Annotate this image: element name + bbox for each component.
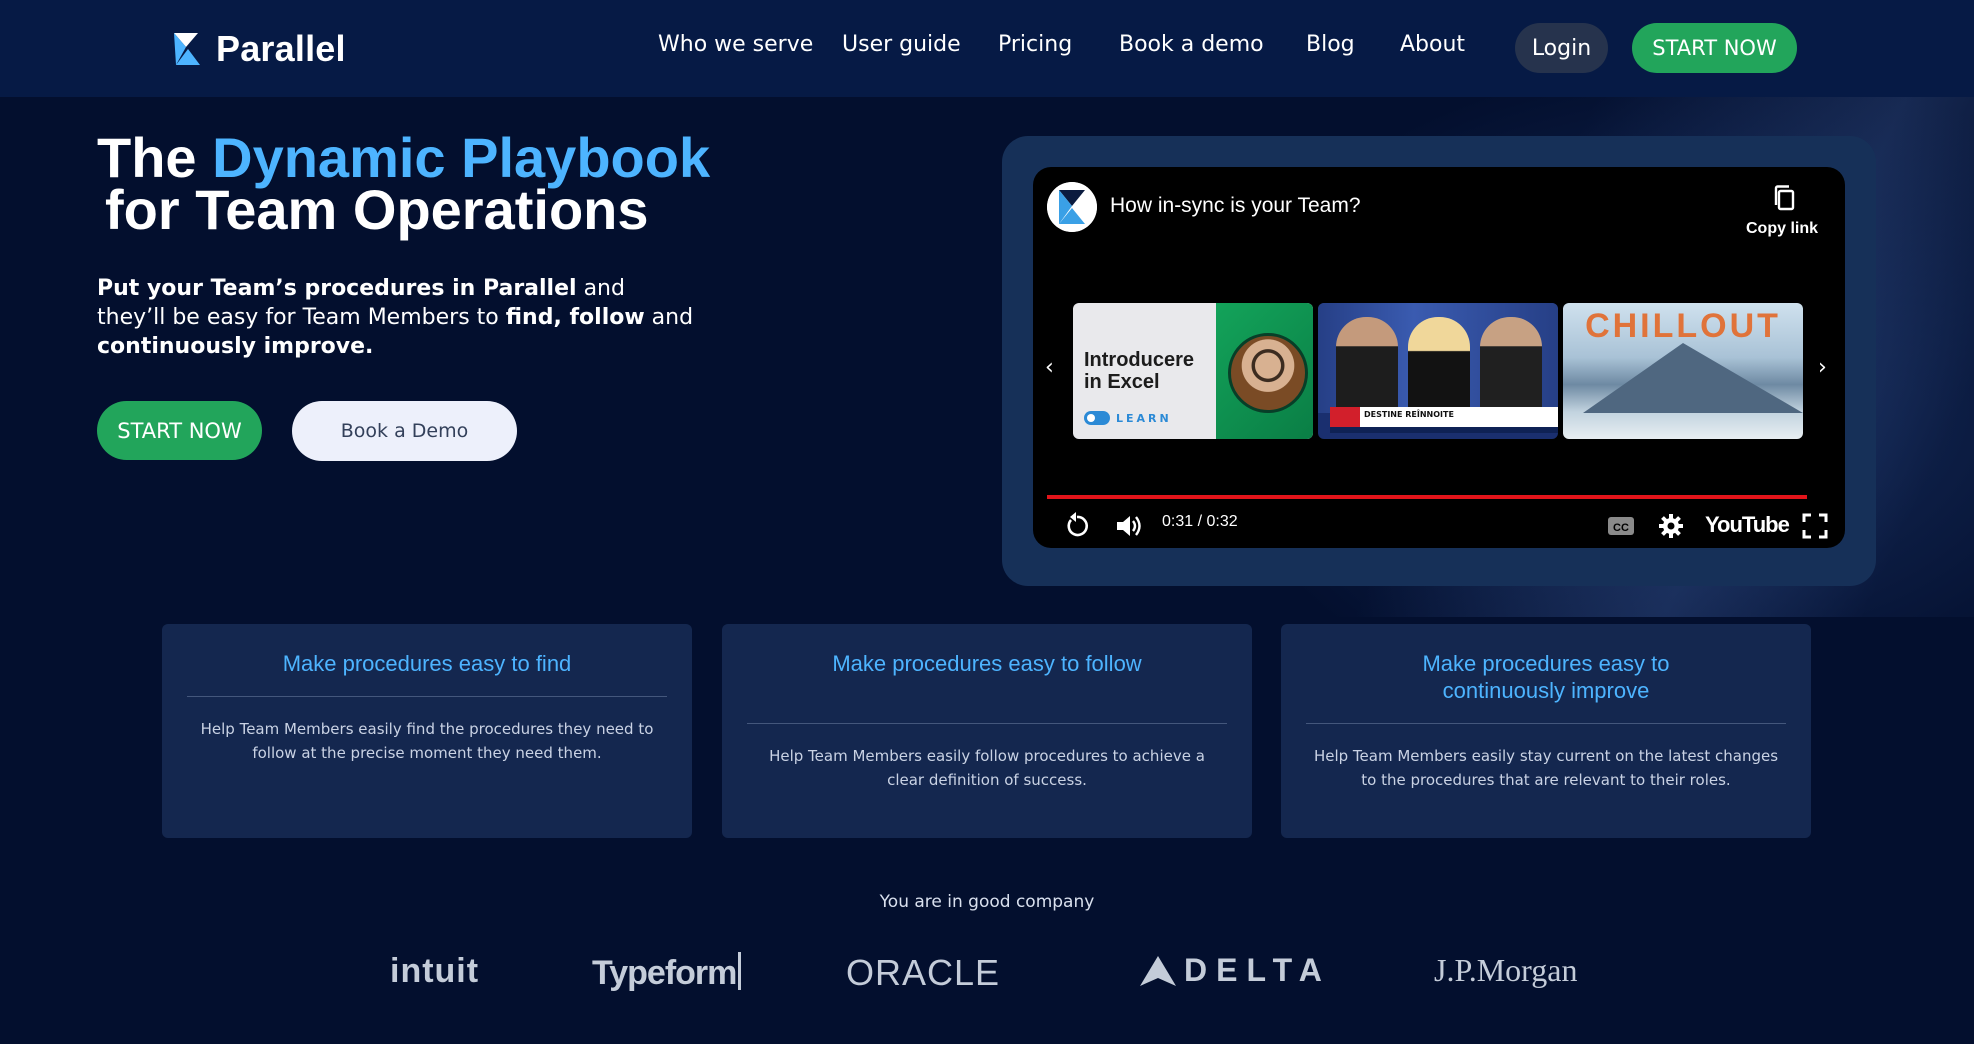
card-divider bbox=[1306, 723, 1786, 724]
chevron-left-icon[interactable]: ‹ bbox=[1045, 357, 1063, 379]
oracle-logo: ORACLE bbox=[846, 952, 1001, 993]
feature-card-improve: Make procedures easy to continuously imp… bbox=[1281, 624, 1811, 838]
feature-card-title: Make procedures easy to continuously imp… bbox=[1422, 651, 1670, 703]
jpmorgan-logo: J.P.Morgan bbox=[1434, 952, 1578, 988]
nav-who-we-serve[interactable]: Who we serve bbox=[658, 32, 813, 57]
chevron-right-icon[interactable]: › bbox=[1818, 357, 1836, 379]
presenter-portrait bbox=[1228, 333, 1308, 413]
hero-sub-bold-2: find, follow bbox=[505, 305, 645, 330]
youtube-logo[interactable]: YouTube bbox=[1705, 512, 1790, 538]
nav-about[interactable]: About bbox=[1400, 32, 1465, 57]
mountain-shape bbox=[1583, 343, 1803, 413]
replay-icon[interactable] bbox=[1062, 511, 1092, 541]
delta-widget-icon bbox=[1140, 955, 1176, 986]
video-progress-bar[interactable] bbox=[1047, 495, 1808, 499]
captions-icon[interactable]: CC bbox=[1606, 511, 1636, 541]
nav-pricing[interactable]: Pricing bbox=[998, 32, 1072, 57]
related-video-thumbnail[interactable]: Introducere in Excel LEARN bbox=[1073, 303, 1313, 439]
person-figure bbox=[1480, 317, 1542, 413]
feature-card-text: Help Team Members easily stay current on… bbox=[1313, 747, 1779, 789]
feature-card-title: Make procedures easy to follow bbox=[832, 651, 1142, 676]
nav-user-guide[interactable]: User guide bbox=[842, 32, 961, 57]
person-figure bbox=[1336, 317, 1398, 413]
copy-icon[interactable] bbox=[1770, 183, 1800, 213]
hero-sub-bold-3: continuously improve. bbox=[97, 334, 374, 359]
hero-title: The Dynamic Playbook for Team Operations bbox=[97, 130, 777, 241]
feature-card-text: Help Team Members easily find the proced… bbox=[200, 720, 654, 762]
start-now-hero-button[interactable]: START NOW bbox=[97, 401, 262, 460]
good-company-label: You are in good company bbox=[879, 892, 1095, 912]
intuit-logo: intuit bbox=[390, 952, 480, 990]
start-now-header-button[interactable]: START NOW bbox=[1632, 23, 1797, 73]
learn-label: LEARN bbox=[1116, 411, 1172, 425]
channel-avatar[interactable] bbox=[1047, 182, 1097, 232]
video-time: 0:31 / 0:32 bbox=[1162, 513, 1238, 530]
typeform-cursor-mark bbox=[738, 952, 742, 990]
person-figure bbox=[1408, 317, 1470, 413]
news-ticker-strip bbox=[1330, 427, 1558, 433]
news-ticker-text: DESTINE REÎNNOITE bbox=[1364, 410, 1454, 419]
fullscreen-icon[interactable] bbox=[1800, 511, 1830, 541]
feature-card-follow: Make procedures easy to follow Help Team… bbox=[722, 624, 1252, 838]
volume-icon[interactable] bbox=[1114, 511, 1144, 541]
parallel-logo-icon bbox=[1047, 182, 1097, 232]
delta-logo: DELTA bbox=[1140, 952, 1331, 989]
login-button[interactable]: Login bbox=[1515, 23, 1608, 73]
typeform-wordmark: Typeform bbox=[592, 954, 737, 992]
svg-text:CC: CC bbox=[1613, 522, 1629, 534]
feature-card-text: Help Team Members easily follow procedur… bbox=[769, 747, 1205, 789]
settings-gear-icon[interactable] bbox=[1656, 511, 1686, 541]
youtube-player[interactable]: How in-sync is your Team? Copy link ‹ › … bbox=[1033, 167, 1845, 548]
news-ticker-label bbox=[1330, 407, 1360, 427]
site-header: Parallel Who we serve User guide Pricing… bbox=[0, 0, 1974, 97]
hero-subtitle: Put your Team’s procedures in Parallel a… bbox=[97, 274, 697, 361]
hero-sub-text-2: and bbox=[644, 305, 694, 330]
toggle-icon bbox=[1084, 411, 1110, 425]
thumbnail-title: Introducere in Excel bbox=[1084, 349, 1195, 393]
video-title[interactable]: How in-sync is your Team? bbox=[1110, 194, 1361, 218]
thumbnail-title: CHILLOUT bbox=[1585, 307, 1781, 345]
nav-book-a-demo[interactable]: Book a demo bbox=[1119, 32, 1264, 57]
hero-sub-bold-1: Put your Team’s procedures in Parallel bbox=[97, 276, 577, 301]
hero-title-line2: for Team Operations bbox=[105, 178, 649, 241]
book-demo-button[interactable]: Book a Demo bbox=[292, 401, 517, 461]
related-video-thumbnail[interactable]: CHILLOUT bbox=[1563, 303, 1803, 439]
copy-link-label[interactable]: Copy link bbox=[1746, 220, 1818, 238]
nav-blog[interactable]: Blog bbox=[1306, 32, 1355, 57]
delta-wordmark: DELTA bbox=[1184, 952, 1331, 988]
brand-name: Parallel bbox=[216, 28, 346, 69]
feature-card-find: Make procedures easy to find Help Team M… bbox=[162, 624, 692, 838]
parallel-logo-icon bbox=[174, 33, 200, 65]
typeform-logo: Typeform bbox=[592, 952, 742, 993]
card-divider bbox=[187, 696, 667, 697]
brand-logo[interactable]: Parallel bbox=[174, 28, 346, 70]
card-divider bbox=[747, 723, 1227, 724]
related-video-thumbnail[interactable]: DESTINE REÎNNOITE bbox=[1318, 303, 1558, 439]
learn-badge: LEARN bbox=[1084, 411, 1172, 425]
feature-card-title: Make procedures easy to find bbox=[282, 651, 572, 676]
